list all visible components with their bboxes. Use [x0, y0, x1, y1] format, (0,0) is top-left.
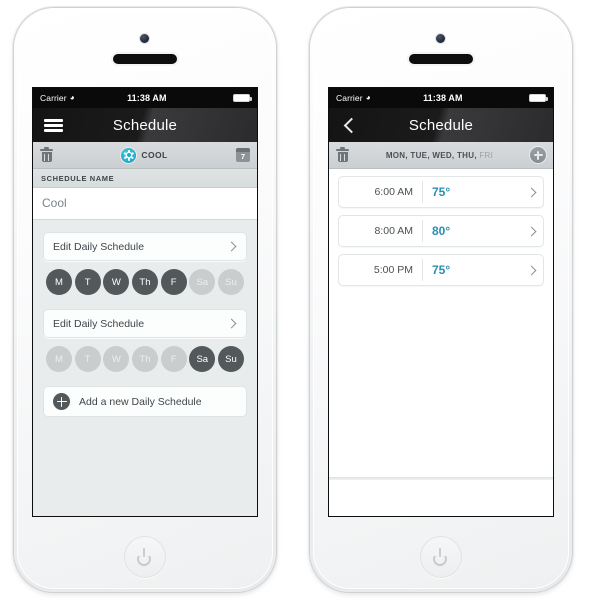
mode-label: COOL — [141, 150, 168, 160]
day-toggle-sun[interactable]: Su — [217, 346, 244, 372]
trash-icon — [336, 147, 349, 162]
front-camera-icon — [140, 34, 149, 43]
day-toggle-thu[interactable]: Th — [131, 346, 158, 372]
day-toggle-fri[interactable]: F — [160, 269, 187, 295]
day-toggle-wed[interactable]: W — [103, 269, 130, 295]
setpoint-temperature: 80° — [432, 224, 451, 238]
battery-icon — [233, 94, 252, 102]
chevron-right-icon — [226, 241, 237, 252]
right-status-bar: Carrier ◕ 11:38 AM — [329, 88, 553, 108]
mode-indicator[interactable]: COOL — [53, 147, 236, 163]
left-nav-bar: Schedule — [33, 108, 257, 142]
selected-days-inactive: FRI — [479, 150, 494, 160]
left-toolbar: COOL 7 — [33, 142, 257, 169]
earpiece-speaker — [113, 54, 177, 64]
right-toolbar: MON, TUE, WED, THU, FRI — [329, 142, 553, 169]
edit-daily-schedule-label: Edit Daily Schedule — [53, 240, 145, 253]
edit-daily-schedule-button-2[interactable]: Edit Daily Schedule — [43, 309, 247, 338]
chevron-right-icon — [226, 318, 237, 329]
setpoint-list: 6:00 AM 75° 8:00 AM 80° 5:00 PM 75° — [329, 169, 553, 286]
schedule-name-label: SCHEDULE NAME — [33, 169, 257, 188]
snowflake-icon — [121, 147, 137, 163]
delete-button[interactable] — [40, 147, 53, 162]
day-toggle-wed[interactable]: W — [103, 346, 130, 372]
back-button[interactable] — [329, 108, 369, 142]
day-toggle-tue[interactable]: T — [74, 269, 101, 295]
home-button-icon — [432, 548, 450, 566]
status-time: 11:38 AM — [127, 93, 167, 103]
status-time: 11:38 AM — [423, 93, 463, 103]
day-toggle-fri[interactable]: F — [160, 346, 187, 372]
day-toggle-mon[interactable]: M — [46, 269, 72, 295]
chevron-right-icon — [526, 226, 537, 236]
left-status-bar: Carrier ◕ 11:38 AM — [33, 88, 257, 108]
trash-icon — [40, 147, 53, 162]
setpoint-temperature: 75° — [432, 263, 451, 277]
calendar-day: 7 — [240, 152, 246, 161]
edit-daily-schedule-button-1[interactable]: Edit Daily Schedule — [43, 232, 247, 261]
plus-circle-icon — [53, 393, 70, 410]
setpoint-time: 8:00 AM — [374, 225, 413, 237]
calendar-icon: 7 — [236, 148, 250, 162]
daily-schedule-group-1: Edit Daily Schedule M T W Th F Sa Su — [33, 220, 257, 295]
right-nav-bar: Schedule — [329, 108, 553, 142]
day-toggle-sat[interactable]: Sa — [189, 346, 216, 372]
add-daily-schedule-label: Add a new Daily Schedule — [79, 395, 202, 408]
right-content: 6:00 AM 75° 8:00 AM 80° 5:00 PM 75° — [329, 169, 553, 516]
phone-left: Carrier ◕ 11:38 AM Schedule COOL 7 SCHED… — [14, 8, 276, 592]
setpoint-row[interactable]: 5:00 PM 75° — [338, 254, 544, 286]
home-button[interactable] — [124, 536, 166, 578]
plus-circle-icon — [530, 147, 546, 163]
phone-right: Carrier ◕ 11:38 AM Schedule MON, TUE, WE… — [310, 8, 572, 592]
day-toggle-thu[interactable]: Th — [131, 269, 158, 295]
screenshot-stage: Carrier ◕ 11:38 AM Schedule COOL 7 SCHED… — [0, 0, 600, 600]
temperature-timeline: 75° 80° 75° 6AM 8AM 5PM — [329, 480, 553, 516]
setpoint-row[interactable]: 8:00 AM 80° — [338, 215, 544, 247]
setpoint-row[interactable]: 6:00 AM 75° — [338, 176, 544, 208]
calendar-button[interactable]: 7 — [236, 148, 250, 162]
battery-icon — [529, 94, 548, 102]
selected-days-active: MON, TUE, WED, THU, — [385, 150, 477, 160]
add-daily-schedule-button[interactable]: Add a new Daily Schedule — [43, 386, 247, 417]
day-selector-1: M T W Th F Sa Su — [43, 261, 247, 295]
day-toggle-sun[interactable]: Su — [217, 269, 244, 295]
left-screen: Carrier ◕ 11:38 AM Schedule COOL 7 SCHED… — [33, 88, 257, 516]
setpoint-time: 5:00 PM — [373, 264, 413, 276]
chevron-left-icon — [343, 117, 359, 133]
earpiece-speaker — [409, 54, 473, 64]
edit-daily-schedule-label: Edit Daily Schedule — [53, 317, 145, 330]
day-toggle-sat[interactable]: Sa — [189, 269, 216, 295]
delete-button[interactable] — [336, 147, 349, 162]
left-content: SCHEDULE NAME Cool Edit Daily Schedule M… — [33, 169, 257, 516]
schedule-name-input[interactable]: Cool — [33, 188, 257, 220]
selected-days-label: MON, TUE, WED, THU, FRI — [386, 151, 493, 160]
setpoint-temperature: 75° — [432, 185, 451, 199]
day-toggle-mon[interactable]: M — [46, 346, 72, 372]
add-setpoint-button[interactable] — [530, 147, 546, 163]
daily-schedule-group-2: Edit Daily Schedule M T W Th F Sa Su — [33, 295, 257, 372]
chevron-right-icon — [526, 187, 537, 197]
right-screen: Carrier ◕ 11:38 AM Schedule MON, TUE, WE… — [329, 88, 553, 516]
day-selector-2: M T W Th F Sa Su — [43, 338, 247, 372]
chevron-right-icon — [526, 265, 537, 275]
front-camera-icon — [436, 34, 445, 43]
home-button[interactable] — [420, 536, 462, 578]
day-toggle-tue[interactable]: T — [74, 346, 101, 372]
menu-button[interactable] — [33, 108, 73, 142]
home-button-icon — [136, 548, 154, 566]
setpoint-time: 6:00 AM — [374, 186, 413, 198]
hamburger-menu-icon — [43, 118, 63, 132]
selected-days-indicator: MON, TUE, WED, THU, FRI — [349, 151, 530, 160]
